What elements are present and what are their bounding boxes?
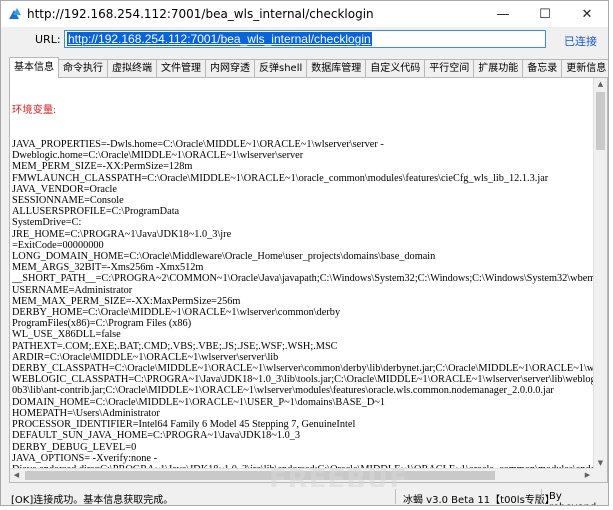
scroll-up-icon[interactable]: ▲ [594, 78, 607, 91]
tab-extensions[interactable]: 扩展功能 [473, 59, 524, 78]
status-version: 冰蝎 v3.0 Beta 11【t00ls专版】 [403, 495, 555, 506]
minimize-button[interactable]: — [482, 1, 524, 27]
env-lines: JAVA_PROPERTIES=-Dwls.home=C:\Oracle\MID… [12, 139, 594, 470]
tab-database-manager[interactable]: 数据库管理 [306, 59, 367, 78]
env-line: MEM_PERM_SIZE=-XX:PermSize=128m [12, 161, 193, 173]
env-line: DERBY_DEBUG_LEVEL=0 [12, 441, 137, 453]
env-line: JRE_HOME=C:\PROGRA~1\Java\JDK18~1.0_3\jr… [12, 228, 232, 240]
env-line: FMWLAUNCH_CLASSPATH=C:\Oracle\MIDDLE~1\O… [12, 172, 549, 184]
env-line: JAVA_OPTIONS= -Xverify:none - [12, 452, 158, 464]
env-line: __SHORT_PATH__=C:\PROGRA~2\COMMON~1\Orac… [12, 273, 594, 285]
tab-custom-code[interactable]: 自定义代码 [365, 59, 426, 78]
env-line: LONG_DOMAIN_HOME=C:\Oracle\Middleware\Or… [12, 251, 436, 263]
horizontal-scroll-thumb[interactable] [25, 471, 495, 480]
env-line: ARDIR=C:\Oracle\MIDDLE~1\ORACLE~1\wlserv… [12, 351, 279, 363]
status-divider [541, 489, 542, 504]
tab-parallel-space[interactable]: 平行空间 [424, 59, 475, 78]
info-panel: 环境变量: JAVA_PROPERTIES=-Dwls.home=C:\Orac… [9, 77, 608, 483]
env-line: MEM_ARGS_32BIT=-Xms256m -Xmx512m [12, 262, 204, 274]
env-line: Dweblogic.home=C:\Oracle\MIDDLE~1\ORACLE… [12, 150, 304, 162]
env-line: USERNAME=Administrator [12, 284, 133, 296]
status-author: By rebeyond [549, 491, 596, 505]
scroll-left-icon[interactable]: ◀ [10, 469, 23, 482]
tab-basic-info[interactable]: 基本信息 [9, 57, 59, 78]
scroll-corner [594, 469, 607, 482]
window-controls: — ☐ ✕ [482, 1, 608, 27]
tab-reverse-shell[interactable]: 反弹shell [254, 59, 308, 78]
env-line: JAVA_VENDOR=Oracle [12, 183, 117, 195]
app-window: http://192.168.254.112:7001/bea_wls_inte… [0, 0, 609, 506]
env-line: HOMEPATH=\Users\Administrator [12, 407, 160, 419]
env-line: DERBY_HOME=C:\Oracle\MIDDLE~1\ORACLE~1\w… [12, 307, 341, 319]
close-button[interactable]: ✕ [566, 1, 608, 27]
vertical-scrollbar[interactable]: ▲ ▼ [593, 78, 607, 470]
tab-strip: 基本信息 命令执行 虚拟终端 文件管理 内网穿透 反弹shell 数据库管理 自… [9, 57, 608, 78]
connection-status-link[interactable]: 已连接 [564, 33, 597, 49]
env-line: SystemDrive=C: [12, 217, 82, 229]
env-line: SESSIONNAME=Console [12, 195, 124, 207]
env-line: DERBY_CLASSPATH=C:\Oracle\MIDDLE~1\ORACL… [12, 363, 594, 375]
status-message: [OK]连接成功。基本信息获取完成。 [11, 495, 174, 506]
env-line: WL_USE_X86DLL=false [12, 329, 121, 341]
env-output-text[interactable]: 环境变量: JAVA_PROPERTIES=-Dwls.home=C:\Orac… [10, 78, 594, 470]
url-label: URL: [35, 33, 61, 46]
scroll-right-icon[interactable]: ▶ [581, 469, 594, 482]
tab-file-manager[interactable]: 文件管理 [156, 59, 206, 78]
window-title: http://192.168.254.112:7001/bea_wls_inte… [27, 7, 374, 21]
status-divider [395, 489, 396, 504]
tab-memo[interactable]: 备忘录 [522, 59, 563, 78]
tab-update-info[interactable]: 更新信息 [561, 59, 608, 78]
env-line: PATHEXT=.COM;.EXE;.BAT;.CMD;.VBS;.VBE;.J… [12, 340, 338, 352]
desktop-edge [609, 0, 613, 510]
env-line: 0b3\lib\ant-contrib.jar;C:\Oracle\MIDDLE… [12, 385, 554, 397]
status-bar: [OK]连接成功。基本信息获取完成。 冰蝎 v3.0 Beta 11【t00ls… [1, 487, 608, 506]
tab-intranet-tunnel[interactable]: 内网穿透 [205, 59, 255, 78]
behinder-logo-icon [9, 8, 21, 20]
env-line: PROCESSOR_IDENTIFIER=Intel64 Family 6 Mo… [12, 419, 356, 431]
env-line: MEM_MAX_PERM_SIZE=-XX:MaxPermSize=256m [12, 295, 241, 307]
vertical-scroll-thumb[interactable] [596, 92, 605, 150]
url-input[interactable]: http://192.168.254.112:7001/bea_wls_inte… [64, 30, 546, 48]
maximize-button[interactable]: ☐ [524, 1, 566, 27]
env-line: JAVA_PROPERTIES=-Dwls.home=C:\Oracle\MID… [12, 139, 384, 151]
env-line: ALLUSERSPROFILE=C:\ProgramData [12, 206, 180, 218]
env-line: DOMAIN_HOME=C:\Oracle\MIDDLE~1\ORACLE~1\… [12, 396, 386, 408]
env-line: WEBLOGIC_CLASSPATH=C:\PROGRA~1\Java\JDK1… [12, 374, 594, 386]
env-line: =ExitCode=00000000 [12, 239, 104, 251]
desktop-edge [0, 506, 613, 510]
env-heading: 环境变量: [12, 105, 57, 117]
env-line: DEFAULT_SUN_JAVA_HOME=C:\PROGRA~1\Java\J… [12, 430, 301, 442]
title-bar[interactable]: http://192.168.254.112:7001/bea_wls_inte… [1, 1, 608, 27]
tab-command-exec[interactable]: 命令执行 [58, 59, 108, 78]
url-value: http://192.168.254.112:7001/bea_wls_inte… [67, 32, 372, 46]
url-bar: URL: http://192.168.254.112:7001/bea_wls… [1, 27, 608, 53]
env-line: ProgramFiles(x86)=C:\Program Files (x86) [12, 318, 192, 330]
tab-virtual-terminal[interactable]: 虚拟终端 [107, 59, 157, 78]
